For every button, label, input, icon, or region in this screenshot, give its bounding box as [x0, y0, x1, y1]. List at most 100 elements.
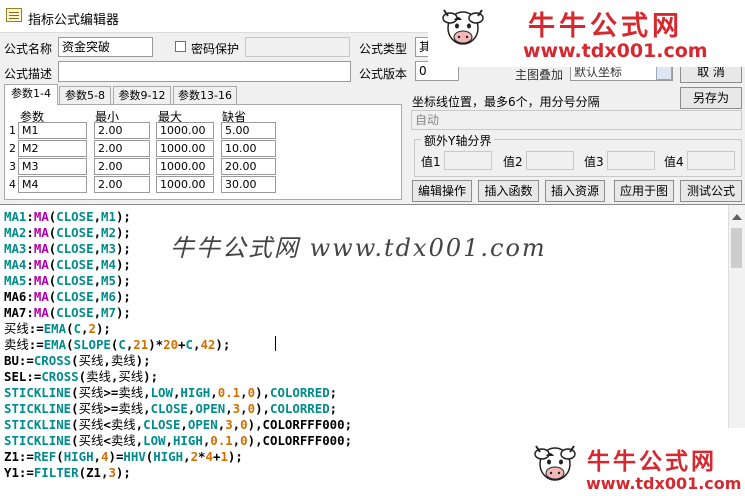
code-token: LOW — [150, 385, 173, 400]
code-token: , — [93, 305, 102, 320]
code-token: 2 — [88, 321, 96, 336]
param-default-input[interactable]: 20.00 — [221, 158, 276, 175]
formula-version-label: 公式版本 — [359, 67, 408, 81]
app-icon — [6, 8, 22, 22]
y-value-3-input[interactable] — [607, 151, 655, 170]
code-token: ), — [247, 417, 263, 432]
code-token: ( — [66, 337, 74, 352]
param-name-input[interactable]: M3 — [18, 158, 87, 175]
code-token: : — [26, 289, 34, 304]
code-token: , — [93, 449, 102, 464]
param-default-input[interactable]: 30.00 — [221, 176, 276, 193]
code-token: := — [28, 337, 44, 352]
code-token: , — [183, 449, 191, 464]
code-line: BU:=CROSS(买线,卖线); — [4, 353, 352, 369]
scroll-thumb[interactable] — [731, 228, 742, 268]
cow-logo-icon — [534, 445, 576, 481]
code-token: , — [93, 209, 102, 224]
code-token: 0.1 — [217, 385, 241, 400]
param-min-input[interactable]: 2.00 — [94, 140, 150, 157]
param-name-input[interactable]: M2 — [18, 140, 87, 157]
formula-desc-label: 公式描述 — [4, 67, 53, 81]
display-mode-select[interactable]: 主图叠加 — [515, 66, 563, 83]
code-token: 0 — [247, 385, 256, 400]
param-name-input[interactable]: M4 — [18, 176, 87, 193]
password-checkbox[interactable] — [175, 41, 186, 52]
code-line: 卖线:=EMA(SLOPE(C,21)*20+C,42); — [4, 337, 352, 353]
code-token: < — [103, 417, 111, 432]
code-token: : — [26, 225, 34, 240]
test-formula-button[interactable]: 测试公式 — [680, 180, 742, 202]
formula-desc-input[interactable] — [58, 61, 351, 82]
y-value-1-input[interactable] — [444, 151, 492, 170]
y-value-4-input[interactable] — [687, 151, 735, 170]
code-token: MA — [33, 241, 49, 256]
edit-operations-button[interactable]: 编辑操作 — [412, 180, 472, 202]
password-input[interactable] — [245, 37, 350, 57]
code-token: >= — [103, 401, 119, 416]
param-min-input[interactable]: 2.00 — [94, 122, 150, 139]
code-token: FILTER — [33, 465, 79, 480]
editor-watermark: 牛牛公式网 www.tdx001.com — [170, 234, 547, 262]
code-token: , — [93, 241, 102, 256]
tab-params-1-4[interactable]: 参数1-4 — [4, 84, 58, 105]
code-token: 卖线 — [86, 369, 111, 384]
save-as-button[interactable]: 另存为 — [680, 87, 742, 109]
apply-to-chart-button[interactable]: 应用于图 — [614, 180, 674, 202]
code-token: >= — [103, 385, 119, 400]
code-token: 买线 — [78, 401, 104, 416]
param-min-input[interactable]: 2.00 — [94, 176, 150, 193]
code-token: CLOSE — [150, 401, 188, 416]
formula-name-input[interactable]: 资金突破 — [58, 37, 153, 57]
code-token: STICKLINE — [4, 385, 72, 400]
param-max-input[interactable]: 1000.00 — [156, 140, 214, 157]
code-token: M6 — [101, 289, 116, 304]
code-token: ( — [71, 417, 79, 432]
code-token: , — [81, 321, 89, 336]
param-max-input[interactable]: 1000.00 — [156, 176, 214, 193]
code-token: ( — [71, 353, 79, 368]
code-token: MA5 — [4, 273, 27, 288]
y-value-4-label: 值4 — [664, 155, 684, 169]
param-name-input[interactable]: M1 — [18, 122, 87, 139]
extra-y-axis-title: 额外Y轴分界 — [421, 132, 495, 149]
code-token: CLOSE — [56, 289, 94, 304]
insert-resource-button[interactable]: 插入资源 — [545, 180, 605, 202]
tab-params-9-12[interactable]: 参数9-12 — [113, 86, 171, 105]
code-token: Y1:= — [4, 465, 34, 480]
code-token: ( — [56, 449, 64, 464]
code-token: HIGH — [153, 449, 184, 464]
code-token: CLOSE — [56, 209, 94, 224]
param-max-input[interactable]: 1000.00 — [156, 122, 214, 139]
param-default-input[interactable]: 10.00 — [221, 140, 276, 157]
tab-params-13-16[interactable]: 参数13-16 — [173, 86, 237, 105]
param-max-input[interactable]: 1000.00 — [156, 158, 214, 175]
insert-function-button[interactable]: 插入函数 — [478, 180, 539, 202]
axis-lines-input[interactable]: 自动 — [411, 110, 742, 130]
code-token: MA3 — [4, 241, 27, 256]
code-token: 0 — [247, 401, 256, 416]
param-row-number: 3 — [9, 160, 16, 173]
scroll-up-icon[interactable] — [732, 214, 742, 220]
param-min-input[interactable]: 2.00 — [94, 158, 150, 175]
code-token: M5 — [101, 273, 116, 288]
code-token: 21 — [133, 337, 149, 352]
code-token: 卖线 — [110, 353, 136, 368]
code-token: COLORRED — [269, 401, 330, 416]
tab-params-5-8[interactable]: 参数5-8 — [59, 86, 111, 105]
bottom-logo: 牛牛公式网 www.tdx001.com — [514, 428, 745, 495]
code-token: ), — [255, 401, 270, 416]
param-default-input[interactable]: 5.00 — [221, 122, 276, 139]
code-token: MA1 — [4, 209, 27, 224]
code-token: COLORFFF000 — [262, 417, 345, 432]
y-value-2-input[interactable] — [526, 151, 574, 170]
code-token: 卖线 — [110, 433, 136, 448]
code-token: 卖线 — [110, 417, 136, 432]
code-line: MA7:MA(CLOSE,M7); — [4, 305, 352, 321]
code-token: 0 — [240, 417, 248, 432]
code-token: 42 — [200, 337, 216, 352]
code-token: 2 — [190, 449, 199, 464]
code-token: , — [210, 385, 218, 400]
y-value-3-label: 值3 — [584, 155, 604, 169]
code-token: HHV — [123, 449, 146, 464]
